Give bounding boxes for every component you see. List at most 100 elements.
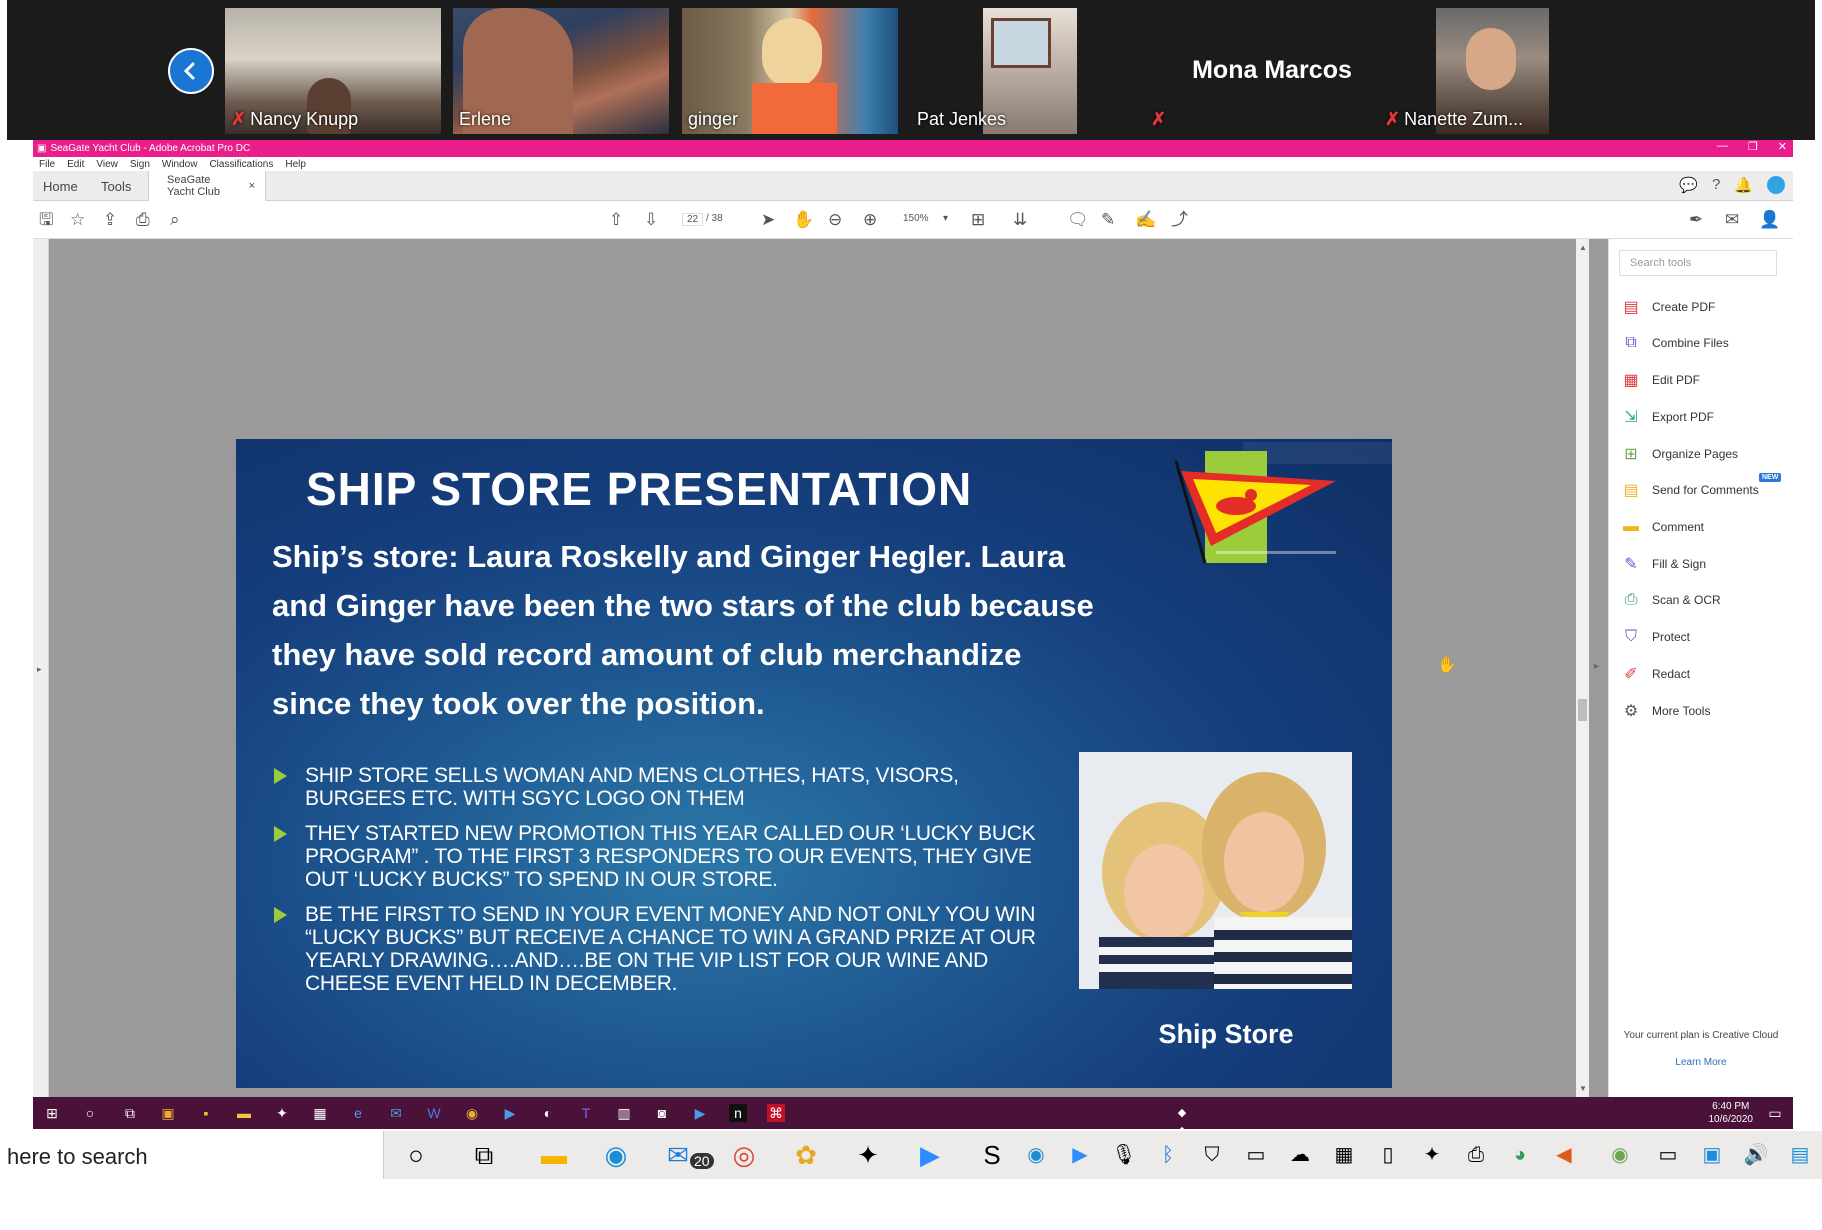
menu-window[interactable]: Window bbox=[162, 159, 198, 170]
fill-sign-toolbar-icon[interactable]: ✒ bbox=[1689, 210, 1703, 230]
zoom-icon[interactable]: ▶ bbox=[914, 1139, 946, 1171]
skype-icon[interactable]: S bbox=[976, 1139, 1008, 1171]
zoom-tray-icon[interactable]: ▶ bbox=[1064, 1139, 1096, 1171]
tab-tools[interactable]: Tools bbox=[101, 171, 131, 201]
next-page-icon[interactable]: ⇩ bbox=[644, 210, 658, 230]
start-icon[interactable]: ⊞ bbox=[43, 1104, 61, 1122]
tool-combine-files[interactable]: ⧉ Combine Files bbox=[1621, 331, 1728, 355]
camera-icon[interactable]: ◙ bbox=[653, 1104, 671, 1122]
share-icon[interactable]: ⤴ bbox=[1171, 210, 1188, 230]
file-explorer-icon[interactable]: ▬ bbox=[235, 1104, 253, 1122]
edge-tray-icon[interactable]: ◉ bbox=[1020, 1139, 1052, 1171]
tab-close-icon[interactable]: × bbox=[249, 180, 255, 192]
scroll-down-icon[interactable]: ▼ bbox=[1579, 1084, 1587, 1093]
taskbar-search-box[interactable]: here to search bbox=[0, 1131, 384, 1179]
nd-app-icon[interactable]: n bbox=[729, 1104, 747, 1122]
tool-protect[interactable]: ⛉ Protect bbox=[1621, 625, 1690, 649]
menu-sign[interactable]: Sign bbox=[130, 159, 150, 170]
teams-icon[interactable]: T bbox=[577, 1104, 595, 1122]
zoom-in-icon[interactable]: ⊕ bbox=[863, 210, 877, 230]
chevron-down-icon[interactable]: ▾ bbox=[943, 213, 948, 224]
task-view-icon[interactable]: ⧉ bbox=[468, 1139, 500, 1171]
edge-icon[interactable]: e bbox=[349, 1104, 367, 1122]
zoom-out-icon[interactable]: ⊖ bbox=[828, 210, 842, 230]
tool-send-for-comments[interactable]: ▤ Send for Comments bbox=[1621, 478, 1758, 502]
document-viewport[interactable]: ▸ SHIP STORE PRESENTATION Ship’s store: … bbox=[33, 239, 1608, 1097]
chrome-icon[interactable]: ◉ bbox=[463, 1104, 481, 1122]
menu-classifications[interactable]: Classifications bbox=[209, 159, 273, 170]
bluetooth-icon[interactable]: ᛒ bbox=[1152, 1139, 1184, 1171]
dropbox-icon[interactable]: ✦ bbox=[1416, 1139, 1448, 1171]
participant-tile-1[interactable]: ✗ Nancy Knupp bbox=[225, 8, 441, 134]
notifications-icon[interactable]: ▭ bbox=[1766, 1104, 1784, 1122]
maximize-icon[interactable]: ❐ bbox=[1748, 140, 1758, 153]
expand-left-icon[interactable]: ▸ bbox=[37, 664, 42, 675]
app-icon[interactable]: ✦ bbox=[273, 1104, 291, 1122]
usb-icon[interactable]: ▯ bbox=[1372, 1139, 1404, 1171]
participant-tile-6[interactable]: ✗ Nanette Zum... bbox=[1379, 8, 1609, 134]
search-tools-input[interactable]: Search tools bbox=[1619, 250, 1777, 276]
prev-page-icon[interactable]: ⇧ bbox=[609, 210, 623, 230]
calculator-icon[interactable]: ▦ bbox=[311, 1104, 329, 1122]
minimize-icon[interactable]: — bbox=[1717, 140, 1728, 153]
tool-create-pdf[interactable]: ▤ Create PDF bbox=[1621, 295, 1715, 319]
participant-tile-2[interactable]: Erlene bbox=[453, 8, 669, 134]
printer-icon[interactable]: ⎙ bbox=[1460, 1139, 1492, 1171]
megaphone-icon[interactable]: ◀ bbox=[1548, 1139, 1580, 1171]
task-view-icon[interactable]: ⧉ bbox=[121, 1104, 139, 1122]
app-icon[interactable]: ▥ bbox=[615, 1104, 633, 1122]
chrome-icon[interactable]: ◎ bbox=[728, 1139, 760, 1171]
zoom-level-select[interactable]: 150% bbox=[903, 213, 929, 224]
outlook-icon[interactable]: ✉ bbox=[387, 1104, 405, 1122]
scroll-up-icon[interactable]: ▲ bbox=[1579, 243, 1587, 252]
highlight-pen-icon[interactable]: ✎ bbox=[1101, 210, 1115, 230]
menu-view[interactable]: View bbox=[96, 159, 118, 170]
battery-icon[interactable]: ▭ bbox=[1652, 1139, 1684, 1171]
cloud-upload-icon[interactable]: ⇪ bbox=[103, 210, 117, 230]
monitor-icon[interactable]: ▣ bbox=[1696, 1139, 1728, 1171]
participant-tile-4[interactable]: Pat Jenkes bbox=[911, 8, 1127, 134]
tool-redact[interactable]: ✐ Redact bbox=[1621, 662, 1690, 686]
page-number-input[interactable]: 22 bbox=[682, 213, 704, 226]
collapse-tools-pane-icon[interactable]: ▸ bbox=[1594, 661, 1599, 672]
tool-edit-pdf[interactable]: ▦ Edit PDF bbox=[1621, 368, 1700, 392]
photos-icon[interactable]: ✿ bbox=[790, 1139, 822, 1171]
save-icon[interactable]: 🖫 bbox=[39, 210, 53, 230]
zoom-search-icon[interactable]: ⌕ bbox=[170, 210, 180, 230]
print-icon[interactable]: ⎙ bbox=[136, 210, 150, 230]
app-tray-icon[interactable]: ▦ bbox=[1328, 1139, 1360, 1171]
app-icon[interactable]: ✦ bbox=[852, 1139, 884, 1171]
bell-icon[interactable]: 🔔 bbox=[1734, 176, 1753, 194]
menu-help[interactable]: Help bbox=[285, 159, 306, 170]
shield-icon[interactable]: ⛉ bbox=[1196, 1139, 1228, 1171]
comment-tool-icon[interactable]: 🗨 bbox=[1067, 210, 1089, 230]
zoom-app-icon[interactable]: ▶ bbox=[691, 1104, 709, 1122]
mail-icon[interactable]: ✉ bbox=[662, 1139, 694, 1171]
email-icon[interactable]: ✉ bbox=[1725, 210, 1739, 230]
vertical-scrollbar[interactable]: ▲ ▼ bbox=[1576, 239, 1589, 1097]
tool-comment[interactable]: ▬ Comment bbox=[1621, 515, 1704, 539]
notifications-icon[interactable]: ▤ bbox=[1784, 1139, 1816, 1171]
select-cursor-icon[interactable]: ➤ bbox=[761, 210, 775, 230]
profile-icon[interactable] bbox=[1767, 176, 1785, 194]
menu-file[interactable]: File bbox=[39, 159, 55, 170]
back-arrow-button[interactable] bbox=[168, 48, 214, 94]
edge-icon[interactable]: ◉ bbox=[600, 1139, 632, 1171]
tool-export-pdf[interactable]: ⇲ Export PDF bbox=[1621, 405, 1714, 429]
display-icon[interactable]: ▭ bbox=[1240, 1139, 1272, 1171]
cortana-icon[interactable]: ○ bbox=[81, 1104, 99, 1122]
close-icon[interactable]: ✕ bbox=[1778, 140, 1787, 153]
chat-icon[interactable]: 💬 bbox=[1679, 176, 1698, 194]
remote-clock[interactable]: 6:40 PM 10/6/2020 bbox=[1709, 1100, 1754, 1126]
scroll-thumb[interactable] bbox=[1578, 699, 1587, 721]
zoom-icon[interactable]: ▶ bbox=[501, 1104, 519, 1122]
word-icon[interactable]: W bbox=[425, 1104, 443, 1122]
file-explorer-icon[interactable]: ▬ bbox=[538, 1139, 570, 1171]
star-icon[interactable]: ☆ bbox=[70, 210, 85, 230]
volume-icon[interactable]: 🔊 bbox=[1740, 1139, 1772, 1171]
tab-home[interactable]: Home bbox=[43, 171, 78, 201]
hand-tool-icon[interactable]: ✋ bbox=[793, 210, 814, 230]
microphone-icon[interactable]: 🎙 bbox=[1108, 1139, 1140, 1171]
tool-fill-sign[interactable]: ✎ Fill & Sign bbox=[1621, 552, 1706, 576]
app-icon[interactable]: ▣ bbox=[159, 1104, 177, 1122]
